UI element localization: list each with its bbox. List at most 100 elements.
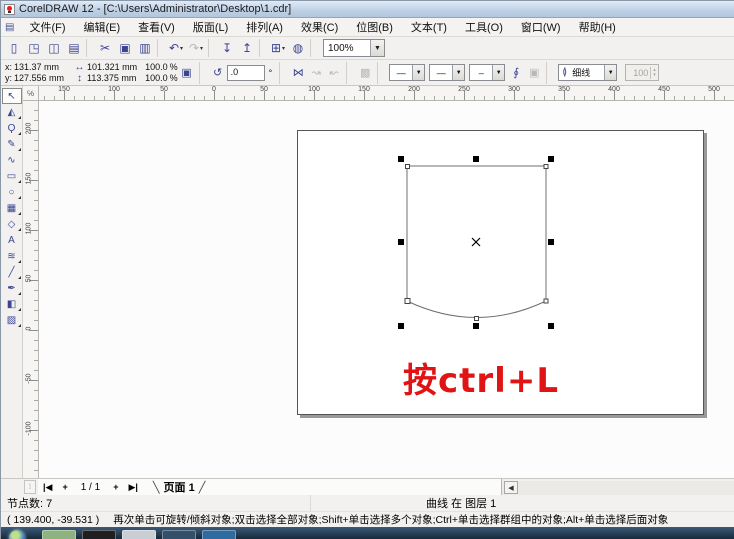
add-page-before-button[interactable]: + (57, 482, 72, 492)
chevron-down-icon[interactable]: ▼ (452, 65, 464, 80)
scroll-left-icon[interactable]: ◀ (504, 481, 518, 494)
height-icon: ↕ (74, 73, 85, 84)
chevron-down-icon[interactable]: ▼ (412, 65, 424, 80)
app-launcher-button[interactable]: ⊞ (268, 38, 288, 58)
save-button[interactable]: ◫ (44, 38, 64, 58)
fill-tool[interactable]: ◧ (2, 296, 22, 312)
interactive-fill-tool[interactable]: ▨ (2, 312, 22, 328)
text-tool[interactable]: A (2, 232, 22, 248)
page-tab[interactable]: ╲ 页面 1 ╱ (153, 479, 205, 495)
ruler-origin-button[interactable]: ℅ (23, 86, 39, 101)
taskbar-app-tile[interactable] (162, 530, 196, 539)
copy-button[interactable]: ▣ (115, 38, 135, 58)
pick-tool[interactable]: ↖ (2, 88, 22, 104)
start-button[interactable] (9, 530, 25, 539)
close-curve-button[interactable]: ∮ (507, 64, 525, 82)
menu-item-effects[interactable]: 效果(C) (292, 17, 347, 37)
taskbar-app-tile[interactable] (122, 530, 156, 539)
app-icon[interactable] (4, 4, 15, 15)
corel-online-button[interactable]: ◍ (288, 38, 308, 58)
menu-item-edit[interactable]: 编辑(E) (75, 17, 130, 37)
line-style-combo[interactable]: — ▼ (429, 64, 465, 81)
mirror-button[interactable]: ⋈ (289, 64, 307, 82)
zoom-level-combo[interactable]: 100% ▼ (323, 39, 385, 57)
ruler-label: 100 (308, 86, 320, 93)
last-page-button[interactable]: ▶| (123, 482, 142, 493)
scale-v-field[interactable]: 100.0 (145, 73, 168, 84)
horizontal-scrollbar[interactable]: ◀ (502, 481, 734, 495)
undo-button[interactable]: ↶ (166, 38, 186, 58)
outline-width-combo[interactable]: ≬ 细线 ▼ (558, 64, 617, 81)
freehand-tool[interactable]: ✎ (2, 136, 22, 152)
taskbar-app-tile[interactable] (202, 530, 236, 539)
document-icon[interactable]: ▤ (5, 22, 14, 33)
toolbar-separator (157, 39, 164, 57)
open-button[interactable]: ◳ (24, 38, 44, 58)
new-button[interactable]: ▯ (4, 38, 24, 58)
ruler-label: 100 (26, 222, 33, 236)
chevron-down-icon[interactable]: ▼ (492, 65, 504, 80)
menu-items: 文件(F)编辑(E)查看(V)版面(L)排列(A)效果(C)位图(B)文本(T)… (20, 17, 624, 37)
export-button[interactable]: ↥ (237, 38, 257, 58)
shape-tool[interactable]: ◭ (2, 104, 22, 120)
ruler-label: 450 (658, 86, 670, 93)
rotation-angle-field[interactable]: .0 (227, 65, 265, 81)
arrow-end-combo[interactable]: – ▼ (469, 64, 505, 81)
menu-item-bitmaps[interactable]: 位图(B) (347, 17, 402, 37)
annotation-text[interactable]: 按ctrl+L (376, 353, 586, 402)
smart-drawing-tool[interactable]: ∿ (2, 152, 22, 168)
menu-item-view[interactable]: 查看(V) (129, 17, 184, 37)
x-position-field[interactable]: 131.37 mm (14, 62, 59, 73)
horizontal-ruler[interactable]: 15010050050100150200250300350400450500 (39, 86, 734, 101)
title-bar[interactable]: CorelDRAW 12 - [C:\Users\Administrator\D… (1, 1, 734, 18)
first-page-button[interactable]: |◀ (38, 482, 57, 493)
percent-label: % (170, 62, 178, 73)
basic-shapes-tool[interactable]: ◇ (2, 216, 22, 232)
taskbar-app-tile[interactable] (42, 530, 76, 539)
node-count-label: 节点数: 7 (1, 495, 311, 511)
ellipse-tool[interactable]: ○ (2, 184, 22, 200)
interactive-blend-tool[interactable]: ≋ (2, 248, 22, 264)
ruler-label: 250 (458, 86, 470, 93)
taskbar-app-tile[interactable] (82, 530, 116, 539)
toolbox-tools: ↖◭Ϙ✎∿▭○▦◇A≋╱✒◧▨ (1, 88, 22, 328)
standard-toolbar: ▯◳◫▤ ✂▣▥ ↶↷ ↧↥ ⊞◍ 100% ▼ (1, 37, 734, 60)
ruler-label: 50 (160, 86, 168, 93)
lock-ratio-button[interactable]: ▣ (178, 64, 196, 82)
ruler-label: 300 (508, 86, 520, 93)
print-button[interactable]: ▤ (64, 38, 84, 58)
toolbar-separator (259, 39, 266, 57)
drawing-canvas[interactable]: 按ctrl+L (39, 101, 734, 478)
cut-button[interactable]: ✂ (95, 38, 115, 58)
ruler-options-button[interactable]: ⁞ (24, 480, 36, 494)
menu-item-file[interactable]: 文件(F) (20, 17, 74, 37)
arrow-start-combo[interactable]: — ▼ (389, 64, 425, 81)
menu-item-text[interactable]: 文本(T) (402, 17, 456, 37)
x-label: x: (5, 62, 12, 73)
eyedropper-tool[interactable]: ╱ (2, 264, 22, 280)
object-height-field[interactable]: 113.375 mm (87, 73, 136, 84)
object-width-field[interactable]: 101.321 mm (87, 62, 137, 73)
menu-item-layout[interactable]: 版面(L) (184, 17, 237, 37)
menu-item-help[interactable]: 帮助(H) (570, 17, 625, 37)
status-bar: 节点数: 7 曲线 在 图层 1 ( 139.400, -39.531 ) 再次… (1, 495, 734, 527)
menu-item-window[interactable]: 窗口(W) (512, 17, 570, 37)
window-title: CorelDRAW 12 - [C:\Users\Administrator\D… (19, 3, 291, 15)
vertical-ruler[interactable]: 200150100500-50-100 (23, 101, 39, 478)
add-page-after-button[interactable]: + (108, 482, 123, 492)
graph-paper-tool[interactable]: ▦ (2, 200, 22, 216)
page-tab-label: 页面 1 (160, 479, 199, 495)
redo-button[interactable]: ↷ (186, 38, 206, 58)
outline-tool[interactable]: ✒ (2, 280, 22, 296)
chevron-down-icon[interactable]: ▼ (604, 65, 616, 80)
selection-center-mark[interactable] (472, 238, 480, 246)
menu-item-tools[interactable]: 工具(O) (456, 17, 512, 37)
import-button[interactable]: ↧ (217, 38, 237, 58)
paste-button[interactable]: ▥ (135, 38, 155, 58)
zoom-tool[interactable]: Ϙ (2, 120, 22, 136)
y-position-field[interactable]: 127.556 mm (14, 73, 64, 84)
scale-h-field[interactable]: 100.0 (145, 62, 168, 73)
menu-item-arrange[interactable]: 排列(A) (237, 17, 292, 37)
rectangle-tool[interactable]: ▭ (2, 168, 22, 184)
chevron-down-icon[interactable]: ▼ (370, 40, 384, 56)
